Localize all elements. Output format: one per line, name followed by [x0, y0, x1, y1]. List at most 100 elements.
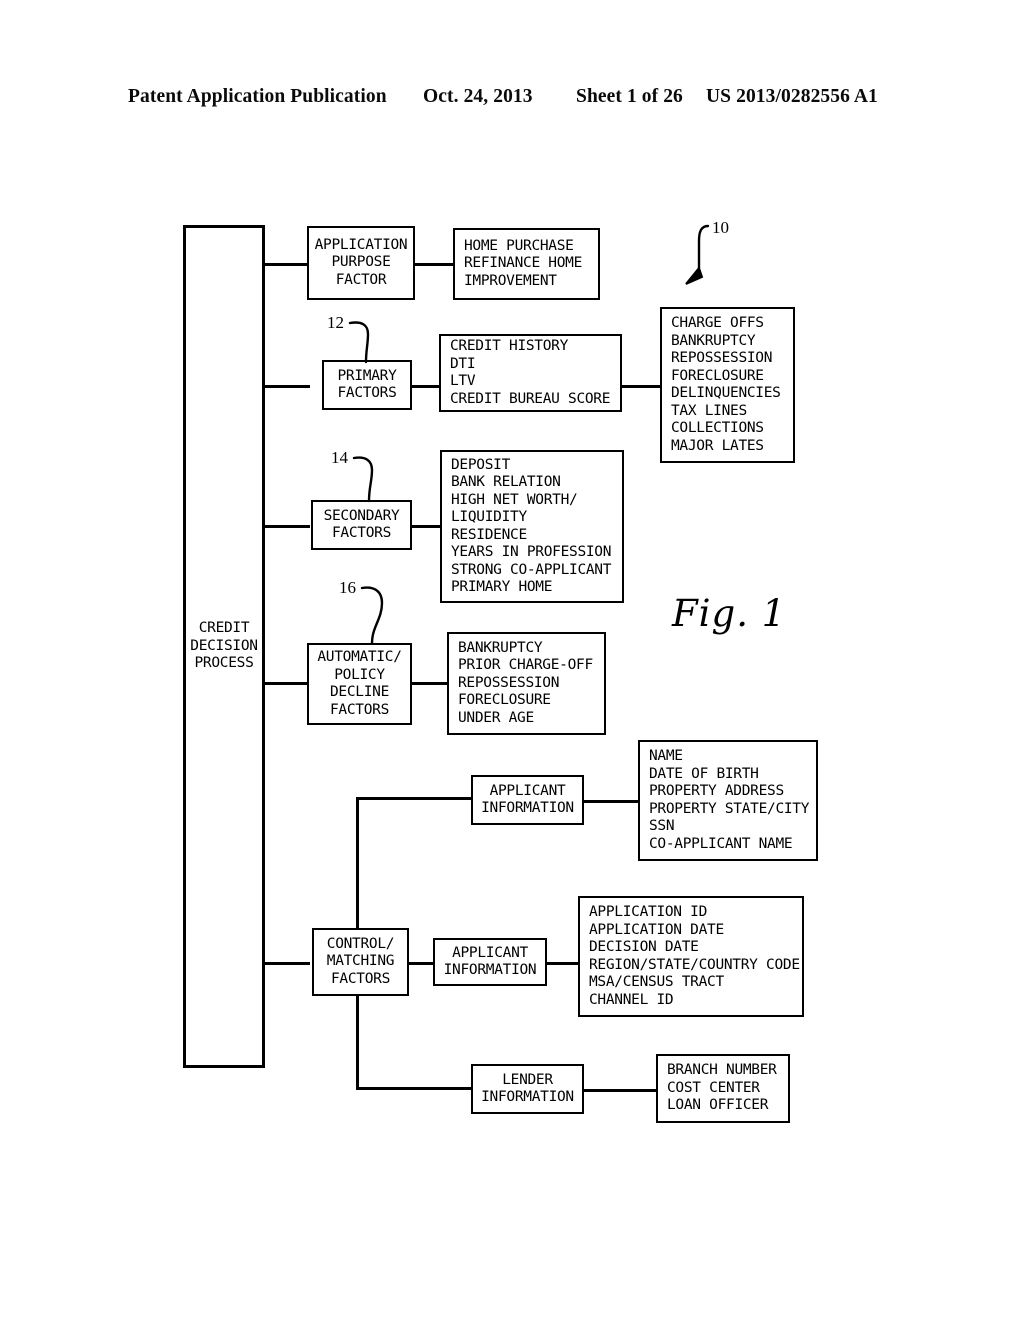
node-label-line: CREDIT BUREAU SCORE	[450, 390, 611, 407]
connector-application-purpose-to-values	[413, 263, 455, 266]
node-application-purpose-values[interactable]: HOME PURCHASE REFINANCE HOME IMPROVEMENT	[453, 228, 600, 300]
node-label-line: REGION/STATE/COUNTRY CODE	[589, 956, 800, 973]
reference-numeral-16: 16	[339, 578, 356, 597]
node-label-line: LTV	[450, 373, 476, 389]
header-patent-number: US 2013/0282556 A1	[706, 86, 878, 107]
node-label-line: IMPROVEMENT	[464, 272, 557, 289]
connector-secondary-factors-to-values	[411, 525, 441, 528]
node-label-line: RESIDENCE	[451, 526, 527, 543]
connector-bus-to-applicant-information-top	[356, 797, 472, 800]
node-label-line: BANKRUPTCY	[671, 332, 756, 349]
node-applicant-information-mid-values[interactable]: APPLICATION ID APPLICATION DATE DECISION…	[578, 896, 804, 1017]
node-lender-information[interactable]: LENDER INFORMATION	[471, 1064, 584, 1114]
connector-primary-values-to-detail	[620, 385, 662, 388]
node-lender-information-values[interactable]: BRANCH NUMBER COST CENTER LOAN OFFICER	[656, 1054, 790, 1123]
node-label-line: UNDER AGE	[458, 709, 534, 726]
node-credit-history-detail[interactable]: CHARGE OFFS BANKRUPTCY REPOSSESSION FORE…	[660, 307, 795, 463]
node-label-line: PRIMARY	[337, 367, 397, 384]
connector-root-to-automatic-decline-factors	[263, 682, 310, 685]
node-label-line: INFORMATION	[481, 1089, 574, 1105]
header-publication-title: Patent Application Publication	[128, 86, 387, 107]
node-label-line: FACTORS	[329, 701, 389, 718]
node-label-line: LENDER	[502, 1071, 553, 1088]
header-sheet-number: Sheet 1 of 26	[576, 86, 683, 107]
node-label-line: MSA/CENSUS TRACT	[589, 974, 724, 990]
node-label-line: SSN	[649, 818, 675, 834]
node-label-line: TAX LINES	[671, 402, 747, 419]
node-label-line: APPLICATION DATE	[589, 921, 724, 938]
node-label-line: CO-APPLICANT NAME	[649, 835, 793, 852]
node-label-line: DTI	[450, 355, 476, 372]
node-automatic-policy-decline-values[interactable]: BANKRUPTCY PRIOR CHARGE-OFF REPOSSESSION…	[447, 632, 606, 735]
connector-applicant-information-mid-to-values	[547, 962, 579, 965]
node-label-line: CREDIT HISTORY	[450, 338, 569, 354]
node-credit-decision-process[interactable]: CREDIT DECISION PROCESS	[183, 225, 265, 1068]
connector-control-matching-to-applicant-information-mid	[409, 962, 433, 965]
node-label-line: DECISION	[190, 637, 258, 654]
node-label-line: YEARS IN PROFESSION	[451, 544, 612, 560]
header-publication-date: Oct. 24, 2013	[423, 86, 533, 107]
node-label-line: DECISION DATE	[589, 939, 699, 955]
figure-caption: Fig. 1	[672, 592, 787, 635]
node-label-line: CHARGE OFFS	[671, 315, 764, 331]
node-label-line: FACTORS	[330, 970, 390, 987]
node-secondary-factors-values[interactable]: DEPOSIT BANK RELATION HIGH NET WORTH/ LI…	[440, 450, 624, 603]
node-secondary-factors[interactable]: SECONDARY FACTORS	[311, 500, 412, 550]
connector-root-to-application-purpose	[263, 263, 309, 266]
node-primary-factors-values[interactable]: CREDIT HISTORY DTI LTV CREDIT BUREAU SCO…	[439, 334, 622, 412]
node-applicant-information-mid[interactable]: APPLICANT INFORMATION	[433, 938, 547, 986]
node-application-purpose-factor[interactable]: APPLICATION PURPOSE FACTOR	[307, 226, 415, 300]
node-label-line: SECONDARY	[323, 507, 400, 524]
node-label-line: DEPOSIT	[451, 456, 511, 473]
node-label-line: NAME	[649, 748, 683, 764]
node-label-line: PRIMARY HOME	[451, 579, 553, 595]
node-label-line: INFORMATION	[443, 962, 537, 978]
node-label-line: FORECLOSURE	[671, 367, 764, 384]
connector-root-to-secondary-factors	[263, 525, 310, 528]
node-applicant-information-top[interactable]: APPLICANT INFORMATION	[471, 775, 584, 825]
node-label-line: LOAN OFFICER	[667, 1097, 769, 1114]
reference-numeral-12: 12	[327, 313, 344, 332]
node-label-line: CHANNEL ID	[589, 991, 674, 1008]
node-label-line: FACTORS	[331, 525, 391, 541]
node-label-line: PROCESS	[194, 655, 254, 672]
node-label-line: FACTOR	[335, 271, 387, 288]
node-label-line: CONTROL/	[326, 935, 395, 952]
node-label-line: FORECLOSURE	[458, 692, 551, 709]
node-label-line: PRIOR CHARGE-OFF	[458, 657, 593, 674]
node-label-line: DELINQUENCIES	[671, 385, 781, 401]
node-label-line: BANKRUPTCY	[458, 639, 543, 656]
node-label-line: BANK RELATION	[451, 474, 561, 490]
node-applicant-information-top-values[interactable]: NAME DATE OF BIRTH PROPERTY ADDRESS PROP…	[638, 740, 818, 861]
leader-line-10-icon	[685, 224, 710, 285]
node-label-line: STRONG CO-APPLICANT	[451, 561, 612, 578]
node-label-line: MATCHING	[326, 953, 395, 970]
connector-root-to-primary-factors	[263, 385, 310, 388]
connector-lender-information-to-values	[583, 1089, 657, 1092]
node-label-line: REFINANCE HOME	[464, 255, 583, 272]
node-label-line: CREDIT	[198, 620, 250, 637]
node-label-line: LIQUIDITY	[451, 509, 527, 525]
node-label-line: HIGH NET WORTH/	[451, 491, 578, 508]
node-label-line: PROPERTY ADDRESS	[649, 783, 784, 799]
node-label-line: COLLECTIONS	[671, 420, 764, 436]
node-label-line: PURPOSE	[331, 254, 391, 271]
node-label-line: APPLICATION ID	[589, 904, 708, 920]
node-control-matching-factors[interactable]: CONTROL/ MATCHING FACTORS	[312, 928, 409, 996]
leader-line-16-icon	[360, 586, 384, 645]
connector-root-to-control-matching	[263, 962, 310, 965]
node-automatic-policy-decline-factors[interactable]: AUTOMATIC/ POLICY DECLINE FACTORS	[307, 643, 412, 725]
node-label-line: MAJOR LATES	[671, 437, 764, 454]
node-label-line: PROPERTY STATE/CITY	[649, 800, 810, 817]
node-label-line: APPLICATION	[314, 236, 408, 253]
connector-automatic-decline-to-values	[411, 682, 449, 685]
node-label-line: AUTOMATIC/	[317, 649, 402, 665]
connector-applicant-information-top-to-values	[583, 800, 640, 803]
leader-line-14-icon	[352, 456, 374, 503]
node-primary-factors[interactable]: PRIMARY FACTORS	[322, 360, 412, 410]
patent-figure-page: Patent Application Publication Oct. 24, …	[0, 0, 1024, 1320]
connector-primary-factors-to-values	[411, 385, 441, 388]
node-label-line: INFORMATION	[481, 800, 574, 816]
node-label-line: REPOSSESSION	[671, 350, 773, 366]
node-label-line: COST CENTER	[667, 1079, 760, 1096]
